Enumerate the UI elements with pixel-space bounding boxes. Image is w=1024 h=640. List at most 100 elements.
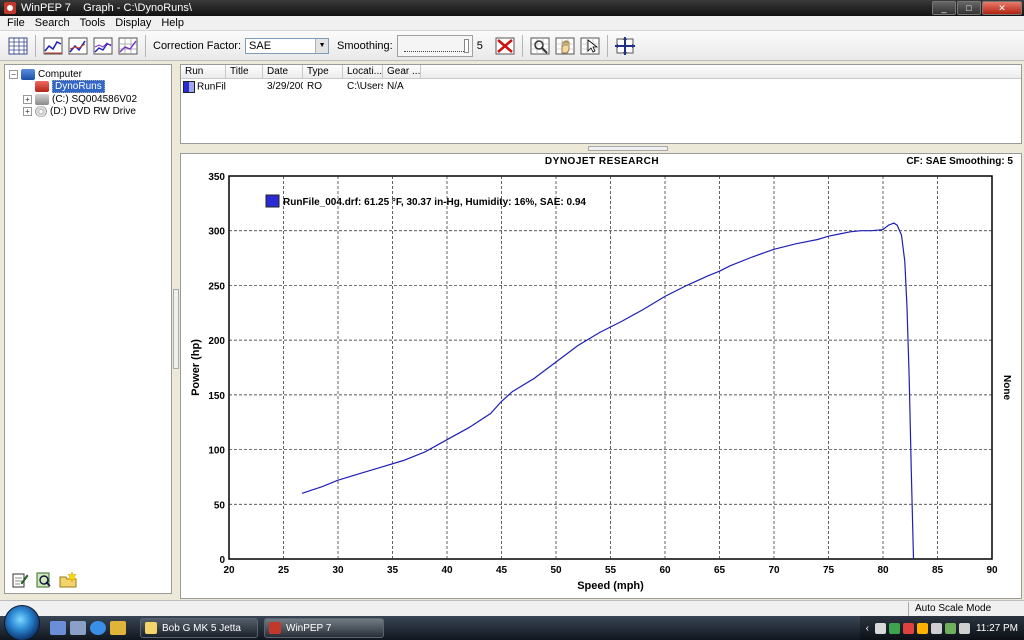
tree-label-drive-d: (D:) DVD RW Drive (50, 106, 136, 117)
chevron-down-icon[interactable]: ▼ (315, 38, 329, 53)
clock[interactable]: 11:27 PM (976, 623, 1018, 634)
network-icon[interactable] (944, 622, 956, 634)
x-tick-label: 70 (768, 565, 780, 576)
splitter-grip[interactable] (173, 289, 179, 369)
menu-display[interactable]: Display (110, 17, 156, 29)
y-axis-label: Power (hp) (190, 339, 202, 396)
y-tick-label: 250 (208, 281, 225, 292)
crosshair-button[interactable] (613, 34, 637, 58)
cursor-button[interactable] (578, 34, 602, 58)
start-button[interactable] (4, 605, 40, 640)
status-mode: Auto Scale Mode (908, 602, 1024, 616)
taskbar-item-label: WinPEP 7 (286, 622, 332, 634)
tree-label-dynoruns: DynoRuns (52, 80, 105, 93)
slider-thumb[interactable] (463, 38, 469, 53)
y-tick-label: 100 (208, 446, 225, 457)
tree-item-dynoruns[interactable]: DynoRuns (35, 80, 105, 93)
toolbar-separator (521, 34, 523, 57)
column-date[interactable]: Date (263, 65, 303, 78)
splitter-grip[interactable] (588, 146, 668, 151)
show-desktop-icon[interactable] (50, 621, 66, 635)
column-location[interactable]: Locati... (343, 65, 383, 78)
toolbar-separator (35, 34, 36, 57)
remove-run-button[interactable] (493, 34, 517, 58)
media-player-icon[interactable] (110, 621, 126, 635)
zoom-button[interactable] (528, 34, 552, 58)
collapse-icon[interactable]: − (9, 70, 18, 79)
y-tick-label: 200 (208, 336, 225, 347)
edit-run-icon[interactable] (11, 571, 29, 589)
volume-icon[interactable] (958, 622, 970, 634)
x-tick-label: 45 (496, 565, 508, 576)
cell-run-text: RunFil (197, 81, 226, 93)
window-controls: _ □ ✕ (932, 1, 1022, 15)
tray-app-icon[interactable] (888, 622, 900, 634)
legend-swatch (265, 194, 280, 208)
tray-app-icon[interactable] (902, 622, 914, 634)
graph-grid-button[interactable] (116, 34, 140, 58)
column-title[interactable]: Title (226, 65, 263, 78)
taskbar-item-jetta[interactable]: Bob G MK 5 Jetta (140, 618, 258, 638)
folder-icon (35, 81, 49, 92)
pane-splitter[interactable] (173, 64, 179, 594)
table-row[interactable]: RunFil 3/29/200 RO C:\Users' N/A (181, 79, 1021, 94)
smoothing-slider[interactable] (396, 34, 473, 57)
taskbar-item-label: Bob G MK 5 Jetta (162, 622, 241, 634)
browser-icon[interactable] (90, 621, 106, 635)
column-type[interactable]: Type (303, 65, 343, 78)
y-tick-label: 350 (208, 172, 225, 183)
x-tick-label: 80 (877, 565, 889, 576)
horizontal-splitter[interactable] (180, 145, 1022, 153)
graph-line-icon (68, 37, 88, 54)
tray-app-icon[interactable] (916, 622, 928, 634)
correction-factor-select[interactable]: SAE ▼ (245, 37, 330, 54)
x-axis-label: Speed (mph) (577, 580, 644, 592)
tree-label-drive-c: (C:) SQ004586V02 (52, 94, 138, 105)
switch-windows-icon[interactable] (70, 621, 86, 635)
cell-gear: N/A (387, 81, 404, 92)
menu-bar: File Search Tools Display Help (0, 16, 1024, 31)
tree-item-drive-d[interactable]: + (D:) DVD RW Drive (23, 105, 136, 118)
dyno-chart[interactable]: 20 25 30 35 40 45 50 55 60 65 70 75 80 85 90 0 50 100 150… (181, 154, 1023, 600)
graph-multi-button[interactable] (91, 34, 115, 58)
x-axis-ticks: 20 25 30 35 40 45 50 55 60 65 70 75 80 85 90 (223, 565, 998, 576)
close-button[interactable]: ✕ (982, 1, 1022, 15)
tray-app-icon[interactable] (930, 622, 942, 634)
new-folder-icon[interactable] (59, 571, 77, 589)
cell-type: RO (307, 81, 322, 92)
pan-button[interactable] (553, 34, 577, 58)
quick-launch (50, 621, 126, 635)
tray-expand-icon[interactable]: ‹ (866, 623, 869, 634)
right-axis-label: None (1001, 375, 1012, 400)
status-bar: Auto Scale Mode (0, 600, 1024, 616)
expand-icon[interactable]: + (23, 95, 32, 104)
taskbar-item-winpep[interactable]: WinPEP 7 (264, 618, 384, 638)
tray-app-icon[interactable] (874, 622, 886, 634)
winpep-logo-icon (4, 2, 16, 14)
correction-factor-value: SAE (249, 39, 272, 52)
column-run[interactable]: Run (181, 65, 226, 78)
grid-view-button[interactable] (6, 34, 30, 58)
minimize-button[interactable]: _ (932, 1, 956, 15)
run-search-icon[interactable] (35, 571, 53, 589)
menu-file[interactable]: File (2, 17, 30, 29)
dvd-drive-icon (35, 106, 47, 117)
grid-icon (8, 37, 28, 54)
cell-run: RunFil (181, 80, 226, 93)
winpep-logo-icon (269, 622, 281, 634)
smoothing-label: Smoothing: (337, 39, 393, 52)
graph-3d-button[interactable] (41, 34, 65, 58)
menu-tools[interactable]: Tools (75, 17, 111, 29)
toolbar: Correction Factor: SAE ▼ Smoothing: 5 (0, 31, 1024, 61)
maximize-button[interactable]: □ (957, 1, 981, 15)
window-title: WinPEP 7 Graph - C:\DynoRuns\ (21, 2, 192, 14)
smoothing-value: 5 (476, 39, 483, 52)
x-tick-label: 85 (932, 565, 944, 576)
graph-line-button[interactable] (66, 34, 90, 58)
cursor-icon (580, 37, 600, 54)
expand-icon[interactable]: + (23, 107, 32, 116)
column-gear[interactable]: Gear ... (383, 65, 421, 78)
menu-help[interactable]: Help (156, 17, 189, 29)
cell-date: 3/29/200 (267, 81, 303, 92)
menu-search[interactable]: Search (30, 17, 75, 29)
